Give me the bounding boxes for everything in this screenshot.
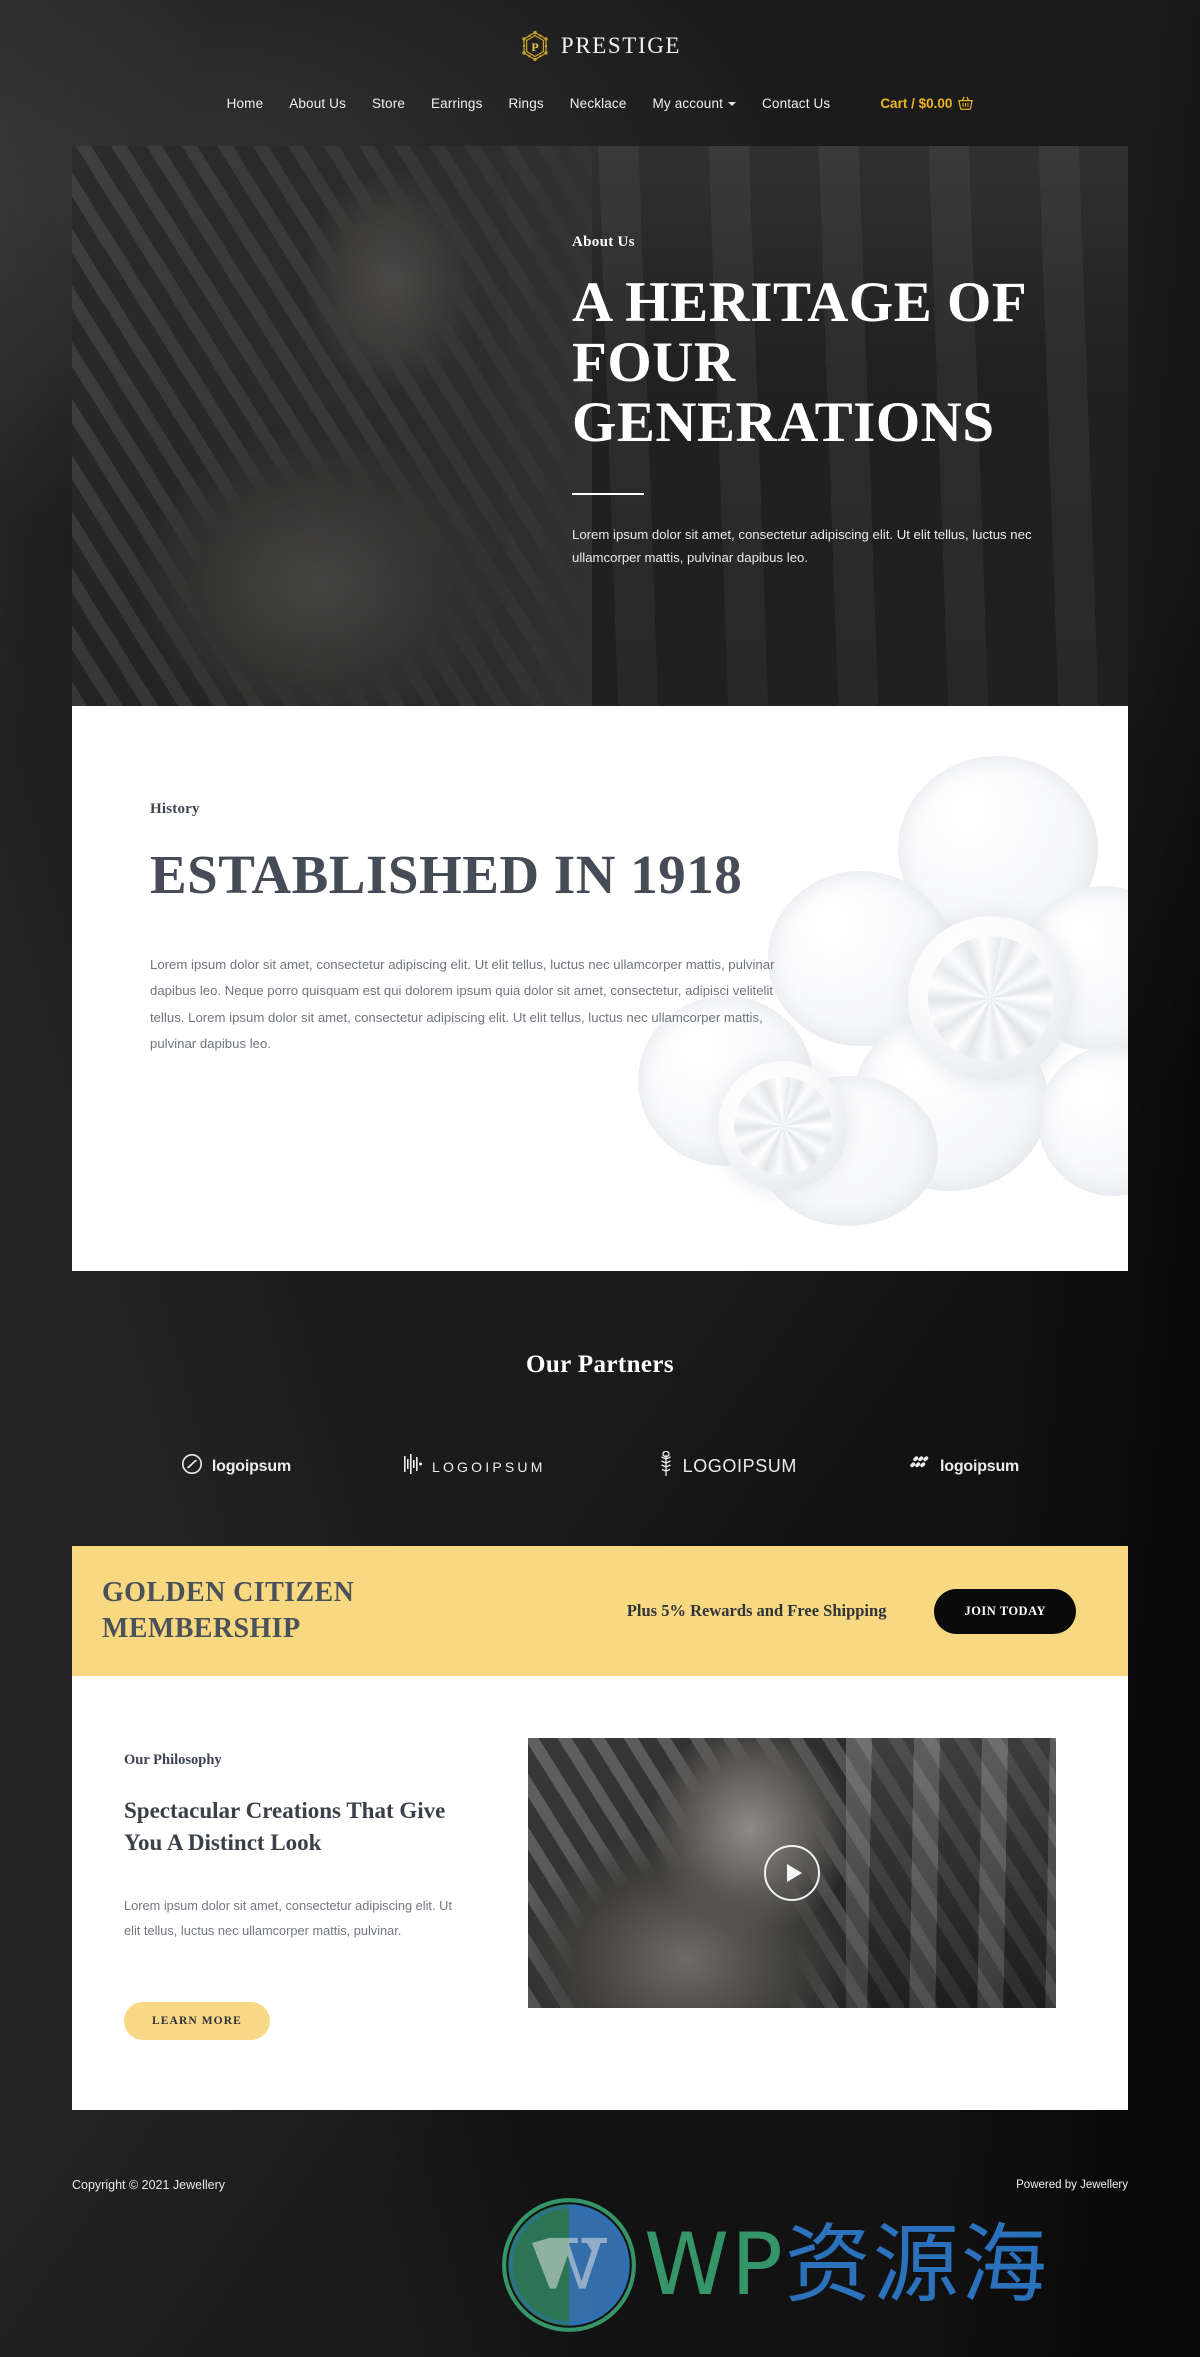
- history-eyebrow: History: [150, 801, 200, 817]
- sound-bars-icon: [403, 1453, 423, 1480]
- play-triangle: [786, 1864, 802, 1882]
- philosophy-section: Our Philosophy Spectacular Creations Tha…: [72, 1676, 1128, 2111]
- philosophy-title: Spectacular Creations That Give You A Di…: [124, 1798, 446, 1855]
- partner-logo-4[interactable]: logoipsum: [909, 1454, 1019, 1479]
- nav-item-earrings[interactable]: Earrings: [431, 96, 482, 111]
- partner-label: LOGOIPSUM: [682, 1456, 797, 1476]
- nav-label: Contact Us: [762, 95, 831, 111]
- hero-section: About Us A HERITAGE OF FOUR GENERATIONS …: [72, 146, 1128, 706]
- hero-divider: [572, 492, 644, 495]
- nav-label: Rings: [508, 95, 544, 111]
- site-logo[interactable]: P PRESTIGE: [0, 24, 1200, 68]
- cart-label: Cart / $0.00: [880, 95, 953, 111]
- wheat-stalk-icon: [658, 1450, 674, 1482]
- partner-label: logoipsum: [940, 1457, 1020, 1475]
- nav-item-about-us[interactable]: About Us: [289, 96, 346, 111]
- history-section: History ESTABLISHED IN 1918 Lorem ipsum …: [72, 706, 1128, 1271]
- history-body: Lorem ipsum dolor sit amet, consectetur …: [150, 956, 775, 1051]
- shopping-basket-icon: [958, 96, 974, 110]
- nav-item-contact-us[interactable]: Contact Us: [762, 96, 830, 111]
- partner-label: logoipsum: [211, 1457, 291, 1475]
- cart-link[interactable]: Cart / $0.00: [880, 95, 974, 111]
- site-header: P PRESTIGE Home About Us Store Earrings …: [0, 0, 1200, 126]
- site-footer: Copyright © 2021 Jewellery Powered by Je…: [0, 2110, 1200, 2260]
- hexagon-laurel-badge-icon: P: [519, 30, 551, 62]
- philosophy-eyebrow: Our Philosophy: [124, 1752, 222, 1768]
- membership-banner: GOLDEN CITIZEN MEMBERSHIP Plus 5% Reward…: [72, 1546, 1128, 1676]
- nav-item-rings[interactable]: Rings: [509, 96, 544, 111]
- partner-logo-row: logoipsum LOGOIPSUM LOGOIPSUM logoipsum: [0, 1450, 1200, 1482]
- nav-item-my-account[interactable]: My account: [653, 96, 737, 111]
- philosophy-text-column: Our Philosophy Spectacular Creations Tha…: [124, 1734, 484, 2041]
- partner-logo-1[interactable]: logoipsum: [181, 1453, 291, 1480]
- membership-title: GOLDEN CITIZEN MEMBERSHIP: [102, 1577, 355, 1644]
- nav-item-store[interactable]: Store: [372, 96, 405, 111]
- powered-by-text: Powered by Jewellery: [1016, 2179, 1128, 2192]
- learn-more-button[interactable]: LEARN MORE: [124, 2002, 270, 2041]
- hero-title: A HERITAGE OF FOUR GENERATIONS: [572, 271, 1026, 454]
- partner-label: LOGOIPSUM: [431, 1458, 546, 1475]
- circle-swirl-icon: [181, 1453, 203, 1480]
- copyright-text: Copyright © 2021 Jewellery: [72, 2178, 226, 2193]
- hero-content: About Us A HERITAGE OF FOUR GENERATIONS …: [572, 234, 1072, 569]
- partners-section: Our Partners logoipsum LOGOIPSUM LOGOIPS…: [0, 1271, 1200, 1546]
- hero-eyebrow: About Us: [572, 234, 635, 250]
- nav-label: Earrings: [431, 95, 483, 111]
- page-root: P PRESTIGE Home About Us Store Earrings …: [0, 0, 1200, 2357]
- hero-craftsman-photo: [72, 146, 592, 706]
- hero-description: Lorem ipsum dolor sit amet, consectetur …: [572, 526, 1032, 565]
- history-content: History ESTABLISHED IN 1918 Lorem ipsum …: [72, 706, 832, 1057]
- membership-subtitle: Plus 5% Rewards and Free Shipping: [626, 1601, 887, 1620]
- partner-logo-2[interactable]: LOGOIPSUM: [403, 1453, 546, 1480]
- nav-label: Necklace: [569, 95, 627, 111]
- logo-badge-letter: P: [531, 40, 538, 54]
- nav-item-home[interactable]: Home: [227, 96, 264, 111]
- partner-logo-3[interactable]: LOGOIPSUM: [658, 1450, 797, 1482]
- nav-label: Home: [226, 95, 264, 111]
- logo-wordmark: PRESTIGE: [560, 33, 682, 58]
- dotted-slash-icon: [909, 1454, 931, 1479]
- chevron-down-icon: [728, 102, 737, 106]
- philosophy-body: Lorem ipsum dolor sit amet, consectetur …: [124, 1898, 452, 1939]
- history-title: ESTABLISHED IN 1918: [150, 844, 743, 905]
- nav-item-necklace[interactable]: Necklace: [570, 96, 627, 111]
- nav-label: My account: [652, 95, 724, 111]
- main-navigation: Home About Us Store Earrings Rings Neckl…: [0, 80, 1200, 126]
- join-today-button[interactable]: JOIN TODAY: [934, 1588, 1076, 1634]
- partners-title: Our Partners: [525, 1351, 675, 1378]
- nav-label: About Us: [289, 95, 346, 111]
- play-button-icon[interactable]: [764, 1845, 820, 1901]
- philosophy-video-thumbnail[interactable]: [528, 1738, 1056, 2008]
- nav-label: Store: [371, 95, 406, 111]
